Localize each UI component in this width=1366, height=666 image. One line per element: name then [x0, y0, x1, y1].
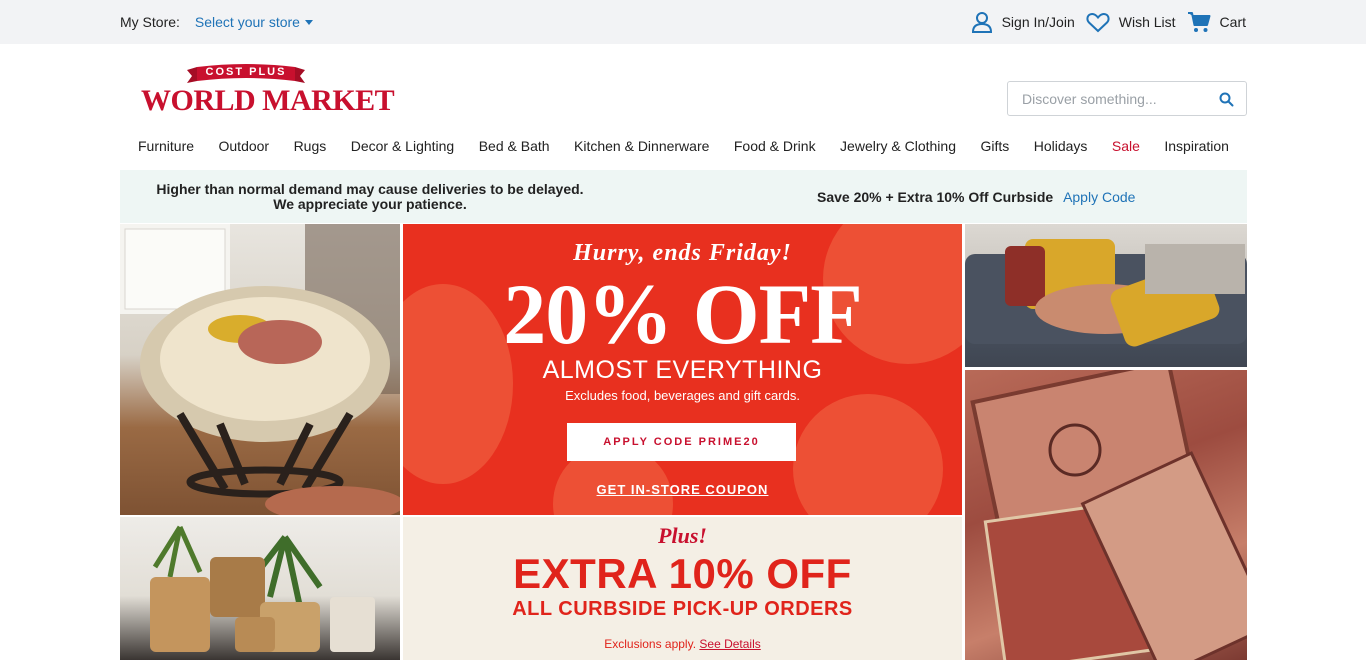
sale-promo-tile[interactable]: Hurry, ends Friday! 20% OFF ALMOST EVERY… — [403, 224, 962, 515]
store-selector: My Store: Select your store — [120, 0, 313, 44]
nav-kitchen-dinnerware[interactable]: Kitchen & Dinnerware — [574, 138, 709, 158]
sofa-pillows-image[interactable] — [965, 224, 1247, 367]
logo-banner-text: COST PLUS — [205, 66, 287, 78]
heart-icon — [1086, 12, 1110, 32]
curbside-offer: Save 20% + Extra 10% Off Curbside Apply … — [817, 189, 1135, 205]
notice-banner: Higher than normal demand may cause deli… — [120, 170, 1247, 223]
wishlist-link[interactable]: Wish List — [1086, 12, 1176, 33]
nav-decor-lighting[interactable]: Decor & Lighting — [351, 138, 455, 158]
my-store-label: My Store: — [120, 14, 180, 30]
plants-baskets-illustration — [150, 525, 375, 652]
promo-exclusions: Excludes food, beverages and gift cards. — [565, 388, 800, 403]
promo-discount: 20% OFF — [503, 266, 862, 362]
apply-code-button[interactable]: APPLY CODE PRIME20 — [567, 423, 796, 461]
sofa-pillows-illustration — [965, 239, 1247, 347]
cart-icon — [1187, 12, 1211, 32]
search-box — [1007, 81, 1247, 116]
papasan-chair-illustration — [120, 224, 400, 515]
see-details-link[interactable]: See Details — [699, 637, 760, 651]
select-store-label: Select your store — [194, 14, 300, 30]
curbside-orders: ALL CURBSIDE PICK-UP ORDERS — [512, 598, 853, 620]
nav-gifts[interactable]: Gifts — [980, 138, 1009, 158]
nav-inspiration[interactable]: Inspiration — [1164, 138, 1229, 158]
delivery-notice-line2: We appreciate your patience. — [273, 196, 467, 212]
delivery-notice: Higher than normal demand may cause deli… — [120, 182, 620, 212]
logo-wordmark: WORLD MARKET — [141, 84, 395, 117]
cart-link[interactable]: Cart — [1187, 11, 1246, 33]
nav-bed-bath[interactable]: Bed & Bath — [479, 138, 550, 158]
curbside-extra-off: EXTRA 10% OFF — [513, 550, 852, 597]
nav-food-drink[interactable]: Food & Drink — [734, 138, 816, 158]
search-input[interactable] — [1022, 90, 1212, 108]
caret-down-icon — [304, 20, 313, 25]
curbside-promo-tile[interactable]: Plus! EXTRA 10% OFF ALL CURBSIDE PICK-UP… — [403, 517, 962, 660]
rugs-image[interactable] — [965, 370, 1247, 660]
nav-outdoor[interactable]: Outdoor — [219, 138, 270, 158]
curbside-offer-text: Save 20% + Extra 10% Off Curbside — [817, 189, 1054, 205]
cart-label: Cart — [1219, 14, 1246, 30]
sign-in-link[interactable]: Sign In/Join — [971, 11, 1075, 33]
nav-furniture[interactable]: Furniture — [138, 138, 194, 158]
main-nav: Furniture Outdoor Rugs Decor & Lighting … — [120, 138, 1247, 158]
nav-sale[interactable]: Sale — [1112, 138, 1140, 158]
wishlist-label: Wish List — [1118, 14, 1176, 30]
world-market-logo[interactable]: COST PLUS WORLD MARKET — [141, 64, 395, 122]
sign-in-label: Sign In/Join — [1001, 14, 1075, 30]
search-icon[interactable] — [1219, 92, 1234, 107]
account-links: Sign In/Join Wish List Cart — [960, 0, 1246, 44]
promo-almost-everything: ALMOST EVERYTHING — [542, 356, 823, 384]
curbside-exclusions-text: Exclusions apply. — [604, 637, 697, 651]
delivery-notice-line1: Higher than normal demand may cause deli… — [156, 181, 584, 197]
curbside-exclusions: Exclusions apply. See Details — [403, 637, 962, 651]
nav-jewelry-clothing[interactable]: Jewelry & Clothing — [840, 138, 956, 158]
select-store-link[interactable]: Select your store — [195, 14, 313, 30]
curbside-plus: Plus! — [658, 523, 707, 548]
in-store-coupon-link[interactable]: GET IN-STORE COUPON — [597, 482, 769, 497]
papasan-chair-image[interactable] — [120, 224, 400, 515]
user-icon — [971, 12, 992, 33]
in-store-coupon: GET IN-STORE COUPON — [403, 482, 962, 497]
utility-bar: My Store: Select your store Sign In/Join… — [0, 0, 1366, 44]
plants-baskets-image[interactable] — [120, 517, 400, 660]
promo-hurry-text: Hurry, ends Friday! — [573, 240, 792, 266]
nav-holidays[interactable]: Holidays — [1034, 138, 1088, 158]
rugs-illustration — [970, 370, 1247, 660]
nav-rugs[interactable]: Rugs — [294, 138, 327, 158]
apply-code-link[interactable]: Apply Code — [1063, 189, 1135, 205]
